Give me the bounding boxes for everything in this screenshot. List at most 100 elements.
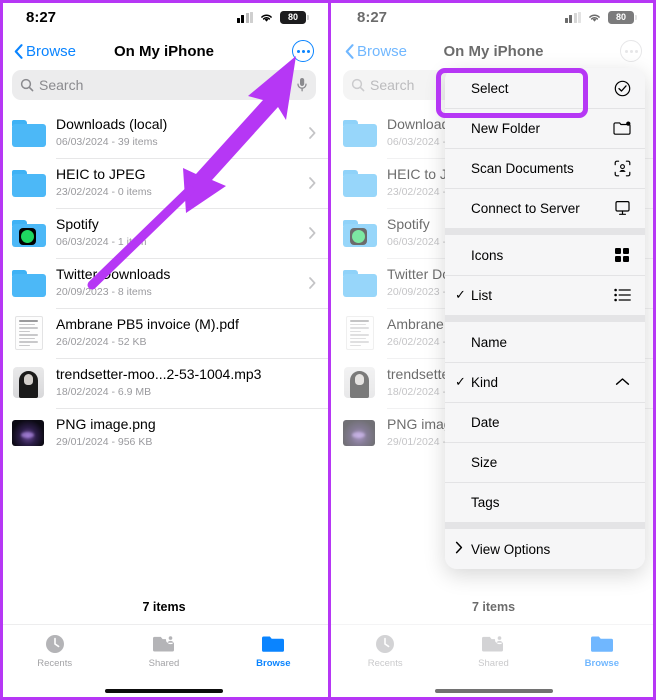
menu-item-label: Connect to Server [471,200,580,216]
menu-item-list[interactable]: ✓ List [445,275,645,315]
list-item[interactable]: Ambrane PB5 invoice (M).pdf 26/02/2024 -… [0,308,328,358]
list-item[interactable]: PNG image.png 29/01/2024 - 956 KB [0,408,328,458]
more-ellipsis-icon[interactable] [620,40,642,62]
tab-bar: Recents Shared Browse [0,624,328,682]
file-meta: 20/09/2023 - 8 items [56,285,152,298]
tab-browse[interactable]: Browse [548,633,656,682]
chevron-left-icon [14,43,23,59]
folder-icon [343,166,377,200]
chevron-right-icon [309,277,316,289]
list-item[interactable]: Twitter Downloads 20/09/2023 - 8 items [0,258,328,308]
tab-label: Shared [478,658,509,669]
microphone-icon[interactable] [296,77,308,93]
menu-item-label: Icons [471,247,504,263]
menu-item-icons[interactable]: Icons [445,235,645,275]
image-thumbnail [12,416,46,450]
chevron-right-icon [309,177,316,189]
menu-item-view-options[interactable]: View Options [445,529,645,569]
screenshot-root: 8:27 80 Browse On My iPhone Search Downl… [0,0,656,700]
chevron-right-icon [309,127,316,139]
battery-icon: 80 [608,10,637,24]
navigation-bar: Browse On My iPhone [0,34,328,68]
folder-icon [262,636,285,652]
list-item-text: HEIC to JPEG 23/02/2024 - 0 items [56,166,303,199]
list-item[interactable]: Spotify 06/03/2024 - 1 item [0,208,328,258]
menu-item-size[interactable]: Size [445,442,645,482]
phone-screen-left: 8:27 80 Browse On My iPhone Search Downl… [0,0,328,700]
list-item-text: Twitter Downloads 20/09/2023 - 8 items [56,266,303,299]
file-meta: 23/02/2024 - 0 items [56,185,152,198]
menu-item-label: Tags [471,494,500,510]
tab-bar: Recents Shared Browse [331,624,656,682]
file-meta: 06/03/2024 - 39 items [56,135,158,148]
album-art-thumbnail [343,366,377,400]
shared-folder-icon [482,634,505,652]
clock-icon [45,635,64,653]
tab-label: Recents [367,658,403,669]
file-meta: 06/03/2024 - 1 item [56,235,147,248]
folder-icon [343,266,377,300]
file-name: trendsetter-moo...2-53-1004.mp3 [56,366,262,383]
tab-shared[interactable]: Shared [109,633,218,682]
back-button[interactable]: Browse [14,43,76,60]
list-item-text: Spotify 06/03/2024 - 1 item [56,216,303,249]
status-bar: 8:27 80 [331,0,656,34]
battery-level: 80 [615,11,626,22]
list-item[interactable]: HEIC to JPEG 23/02/2024 - 0 items [0,158,328,208]
pdf-thumbnail [12,316,46,350]
list-icon [612,288,632,302]
battery-icon: 80 [280,10,309,24]
more-ellipsis-icon[interactable] [292,40,314,62]
home-indicator[interactable] [434,688,553,693]
grid-icon [612,247,632,263]
new-folder-icon [612,121,632,136]
file-name: HEIC to JPEG [56,166,146,183]
pdf-thumbnail [343,316,377,350]
tab-browse[interactable]: Browse [219,633,328,682]
menu-separator [445,228,645,235]
menu-item-name[interactable]: Name [445,322,645,362]
menu-item-date[interactable]: Date [445,402,645,442]
back-button[interactable]: Browse [345,43,407,60]
tab-recents[interactable]: Recents [0,633,109,682]
status-indicators: 80 [236,10,309,24]
search-input[interactable] [39,77,296,93]
search-container [0,68,328,108]
menu-item-tags[interactable]: Tags [445,482,645,522]
folder-icon [12,116,46,150]
chevron-left-icon [345,43,354,59]
list-item[interactable]: Downloads (local) 06/03/2024 - 39 items [0,108,328,158]
spotify-icon [350,228,367,245]
tab-label: Recents [37,658,73,669]
menu-item-kind[interactable]: ✓ Kind [445,362,645,402]
menu-item-connect-to-server[interactable]: Connect to Server [445,188,645,228]
home-indicator[interactable] [105,688,223,693]
item-count: 7 items [471,600,516,614]
menu-item-label: Scan Documents [471,160,574,176]
menu-item-label: Size [471,454,498,470]
scan-document-icon [612,160,632,177]
file-name: Downloads (local) [56,116,168,133]
clock-icon [376,635,395,653]
search-bar[interactable] [12,70,316,100]
tab-shared[interactable]: Shared [439,633,547,682]
menu-item-scan-documents[interactable]: Scan Documents [445,148,645,188]
menu-item-select[interactable]: Select [445,68,645,108]
battery-level: 80 [287,11,298,22]
menu-check-kind: ✓ [455,374,466,389]
item-count: 7 items [142,600,186,614]
menu-item-label: Date [471,414,500,430]
list-item-text: trendsetter-moo...2-53-1004.mp3 18/02/20… [56,366,316,399]
monitor-icon [612,200,632,216]
file-name: Spotify [56,216,99,233]
folder-icon [12,266,46,300]
tab-recents[interactable]: Recents [331,633,439,682]
image-thumbnail [343,416,377,450]
file-name: PNG image.png [56,416,156,433]
chevron-right-icon [455,541,471,557]
list-item[interactable]: trendsetter-moo...2-53-1004.mp3 18/02/20… [0,358,328,408]
menu-item-new-folder[interactable]: New Folder [445,108,645,148]
tab-label: Browse [256,658,291,669]
menu-item-label: Kind [471,374,499,390]
back-button-label: Browse [357,42,408,60]
